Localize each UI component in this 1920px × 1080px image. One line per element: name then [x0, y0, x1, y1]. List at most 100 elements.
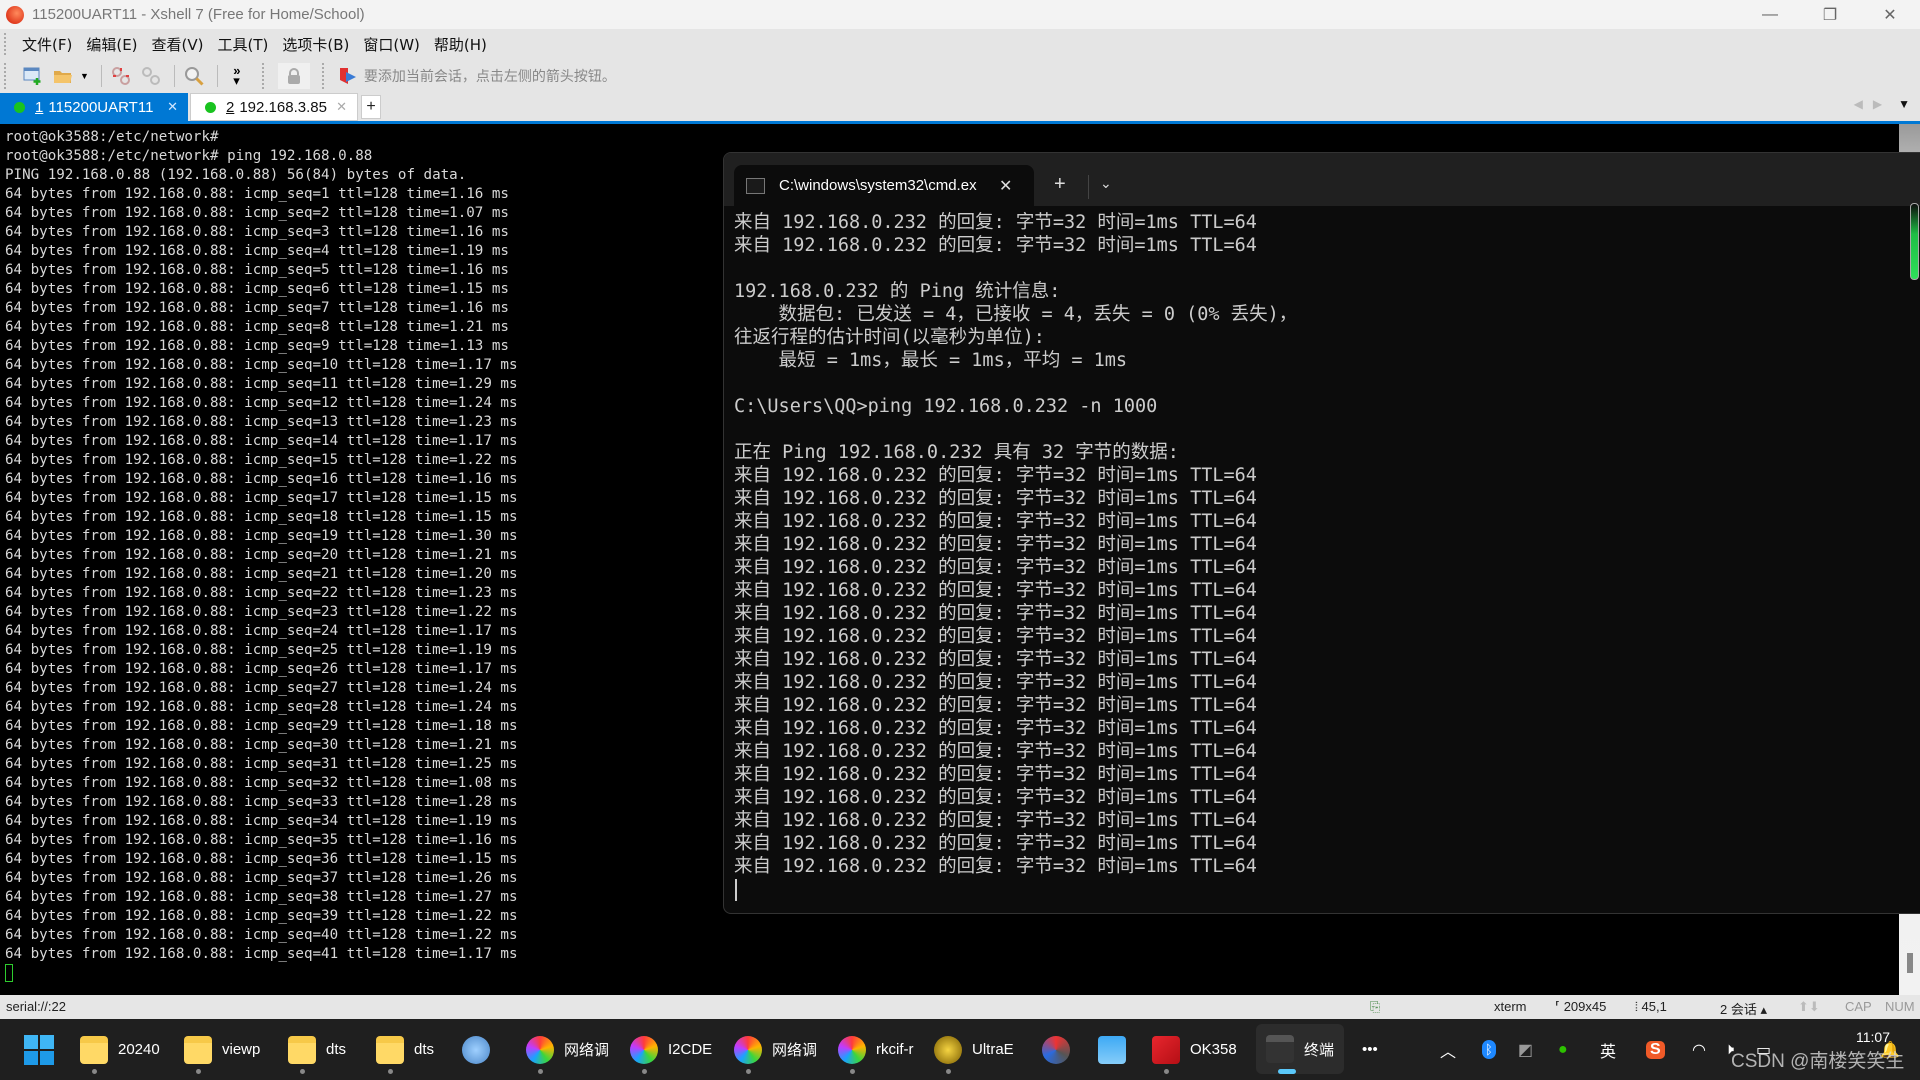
wifi-icon: ◠	[1692, 1041, 1706, 1059]
tray-bluetooth[interactable]: ᛒ	[1482, 1019, 1496, 1080]
tab-close-icon[interactable]: ✕	[167, 99, 178, 115]
cmd-reply-line: 来自 192.168.0.232 的回复: 字节=32 时间=1ms TTL=6…	[734, 787, 1257, 808]
lock-button[interactable]	[277, 63, 310, 89]
taskbar-item[interactable]: rkcif-r	[838, 1019, 914, 1080]
cmd-cursor	[735, 879, 737, 901]
cmd-line	[734, 372, 1297, 395]
ping-reply-line: 64 bytes from 192.168.0.88: icmp_seq=10 …	[5, 357, 518, 373]
more-tools-button[interactable]: » ▾	[224, 63, 250, 89]
cmd-line: 最短 = 1ms，最长 = 1ms，平均 = 1ms	[734, 350, 1128, 371]
running-indicator	[850, 1069, 855, 1074]
taskbar-item[interactable]: 20240	[80, 1019, 160, 1080]
ping-reply-line: 64 bytes from 192.168.0.88: icmp_seq=7 t…	[5, 300, 509, 316]
taskbar-item[interactable]: dts	[376, 1019, 434, 1080]
close-button[interactable]: ✕	[1860, 0, 1920, 29]
taskbar-item[interactable]	[1042, 1019, 1080, 1080]
lock-icon	[287, 68, 300, 84]
tray-security[interactable]: ◩	[1518, 1019, 1533, 1080]
tab-session-1[interactable]: 1 115200UART11 ✕	[0, 93, 188, 121]
reconnect-icon	[141, 67, 160, 85]
transfer-icon[interactable]: ⎘	[1370, 999, 1380, 1015]
start-button[interactable]	[24, 1019, 54, 1080]
find-button[interactable]	[181, 63, 207, 89]
menu-help[interactable]: 帮助(H)	[434, 34, 487, 55]
taskbar-item[interactable]: 网络调	[526, 1019, 609, 1080]
tray-overflow[interactable]: ︿	[1440, 1019, 1456, 1080]
tab-list-icon[interactable]: ▼	[1898, 97, 1910, 111]
ping-reply-line: 64 bytes from 192.168.0.88: icmp_seq=30 …	[5, 737, 518, 753]
cmd-scrollbar[interactable]	[1910, 203, 1919, 280]
taskbar-item[interactable]: I2CDE	[630, 1019, 712, 1080]
cmd-reply-line: 来自 192.168.0.232 的回复: 字节=32 时间=1ms TTL=6…	[734, 764, 1257, 785]
reconnect-button[interactable]	[138, 63, 164, 89]
tab-next-icon[interactable]: ▶	[1873, 97, 1882, 111]
ping-reply-line: 64 bytes from 192.168.0.88: icmp_seq=41 …	[5, 946, 518, 962]
taskbar-item[interactable]	[1098, 1019, 1136, 1080]
minimize-button[interactable]: —	[1740, 0, 1800, 29]
terminal-icon	[1266, 1035, 1294, 1063]
ping-reply-line: 64 bytes from 192.168.0.88: icmp_seq=22 …	[5, 585, 518, 601]
cmd-window[interactable]: C:\windows\system32\cmd.ex ✕ + ⌄ 来自 192.…	[723, 152, 1920, 914]
open-dropdown-icon[interactable]: ▼	[80, 71, 89, 81]
taskbar-item[interactable]: 终端	[1256, 1024, 1345, 1074]
menu-edit[interactable]: 编辑(E)	[86, 34, 137, 55]
security-icon: ◩	[1518, 1041, 1534, 1059]
tab-close-icon[interactable]: ✕	[336, 99, 347, 115]
ping-reply-line: 64 bytes from 192.168.0.88: icmp_seq=11 …	[5, 376, 518, 392]
cmd-dropdown-icon[interactable]: ⌄	[1100, 175, 1112, 192]
new-tab-button[interactable]: +	[361, 95, 381, 119]
terminal-cursor	[5, 964, 13, 982]
menu-tools[interactable]: 工具(T)	[218, 34, 269, 55]
tray-sogou[interactable]: S	[1646, 1019, 1665, 1080]
taskbar-item[interactable]: OK358	[1152, 1019, 1237, 1080]
sogou-icon: S	[1646, 1040, 1665, 1059]
chevron-up-icon: ︿	[1440, 1043, 1457, 1061]
cmd-line: 数据包: 已发送 = 4，已接收 = 4，丢失 = 0 (0% 丢失)，	[734, 304, 1298, 325]
ping-reply-line: 64 bytes from 192.168.0.88: icmp_seq=16 …	[5, 471, 518, 487]
tray-ime[interactable]: 英	[1600, 1019, 1616, 1080]
menu-tabs[interactable]: 选项卡(B)	[282, 34, 349, 55]
taskbar-item[interactable]: 网络调	[734, 1019, 817, 1080]
cmd-tab-close-icon[interactable]: ✕	[999, 176, 1012, 196]
open-session-button[interactable]	[50, 63, 76, 89]
ping-reply-line: 64 bytes from 192.168.0.88: icmp_seq=24 …	[5, 623, 518, 639]
menu-file[interactable]: 文件(F)	[22, 34, 72, 55]
cmd-reply-line: 来自 192.168.0.232 的回复: 字节=32 时间=1ms TTL=6…	[734, 718, 1257, 739]
toolbar-grip	[261, 63, 268, 89]
ping-reply-line: 64 bytes from 192.168.0.88: icmp_seq=20 …	[5, 547, 518, 563]
cmd-line	[734, 257, 1297, 280]
cmd-reply-line: 来自 192.168.0.232 的回复: 字节=32 时间=1ms TTL=6…	[734, 534, 1257, 555]
tab-prev-icon[interactable]: ◀	[1854, 97, 1863, 111]
taskbar-item[interactable]: dts	[288, 1019, 346, 1080]
tray-wifi[interactable]: ◠	[1692, 1019, 1706, 1080]
session-count[interactable]: 2 会话 ▴	[1720, 999, 1767, 1018]
cmd-tab[interactable]: C:\windows\system32\cmd.ex ✕	[734, 165, 1034, 206]
taskbar-item-label: 20240	[118, 1041, 160, 1058]
restore-button[interactable]: ❐	[1800, 0, 1860, 29]
cmd-line: 192.168.0.232 的 Ping 统计信息:	[734, 281, 1061, 302]
menu-view[interactable]: 查看(V)	[152, 34, 204, 55]
scrollbar-thumb[interactable]	[1907, 953, 1913, 973]
ping-reply-line: 64 bytes from 192.168.0.88: icmp_seq=23 …	[5, 604, 518, 620]
taskbar-more-button[interactable]: •••	[1362, 1019, 1378, 1080]
scroll-arrows-icon[interactable]: ⬆⬇	[1798, 999, 1820, 1015]
connected-status-icon	[14, 101, 25, 113]
open-folder-icon	[54, 71, 72, 83]
ping-reply-line: 64 bytes from 192.168.0.88: icmp_seq=13 …	[5, 414, 518, 430]
add-session-arrow-icon[interactable]	[338, 66, 358, 86]
new-session-button[interactable]	[20, 63, 46, 89]
disconnect-button[interactable]	[108, 63, 134, 89]
terminal-output: root@ok3588:/etc/network# root@ok3588:/et…	[5, 128, 518, 964]
taskbar-item[interactable]	[462, 1019, 500, 1080]
taskbar-item[interactable]: UltraE	[934, 1019, 1014, 1080]
chevron-double-right-icon: » ▾	[233, 63, 241, 88]
tab-session-2[interactable]: 2 192.168.3.85 ✕	[190, 93, 358, 121]
net-debug-icon	[838, 1035, 866, 1064]
taskbar-item-label: 终端	[1304, 1041, 1335, 1059]
cmd-new-tab-icon[interactable]: +	[1054, 173, 1066, 196]
taskbar-item[interactable]: viewp	[184, 1019, 260, 1080]
tray-wechat[interactable]: ●	[1558, 1019, 1568, 1080]
taskbar-item-label: dts	[414, 1041, 435, 1058]
running-indicator	[538, 1069, 543, 1074]
menu-window[interactable]: 窗口(W)	[363, 34, 420, 55]
